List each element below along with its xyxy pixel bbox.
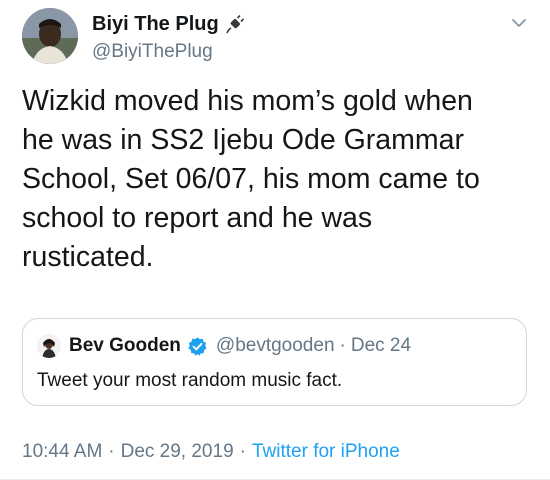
tweet-time[interactable]: 10:44 AM xyxy=(22,441,102,462)
verified-badge-icon xyxy=(187,336,208,357)
tweet-metadata: 10:44 AM · Dec 29, 2019 · Twitter for iPhone xyxy=(22,441,400,463)
tweet-date[interactable]: Dec 29, 2019 xyxy=(121,441,234,462)
tweet-text: Wizkid moved his mom’s gold when he was … xyxy=(22,85,480,273)
author-avatar[interactable] xyxy=(22,8,78,64)
author-info: Biyi The Plug @BiyiThePlug xyxy=(92,12,472,64)
quoted-tweet-card[interactable]: Bev Gooden @bevtgooden · Dec 24 Tweet yo… xyxy=(22,318,527,406)
chevron-down-icon[interactable] xyxy=(510,14,528,32)
author-handle[interactable]: @BiyiThePlug xyxy=(92,40,472,64)
quoted-tweet-date: Dec 24 xyxy=(350,335,412,356)
author-name-row: Biyi The Plug xyxy=(92,12,472,36)
author-display-name[interactable]: Biyi The Plug xyxy=(92,13,219,36)
meta-separator: · xyxy=(108,441,115,462)
quoted-author-avatar xyxy=(37,334,61,358)
quoted-tweet-text: Tweet your most random music fact. xyxy=(37,370,343,391)
meta-separator: · xyxy=(239,441,246,462)
author-avatar-image xyxy=(22,8,78,64)
electric-plug-icon xyxy=(225,14,245,34)
quoted-author-name: Bev Gooden xyxy=(69,335,181,356)
quoted-author-handle: @bevtgooden xyxy=(215,335,335,356)
quoted-separator: · xyxy=(339,335,346,356)
tweet-source-link[interactable]: Twitter for iPhone xyxy=(252,441,400,462)
quoted-tweet-header: Bev Gooden @bevtgooden · Dec 24 xyxy=(37,333,411,359)
tweet-container: Biyi The Plug @BiyiThePlug Wizkid moved … xyxy=(0,0,550,480)
